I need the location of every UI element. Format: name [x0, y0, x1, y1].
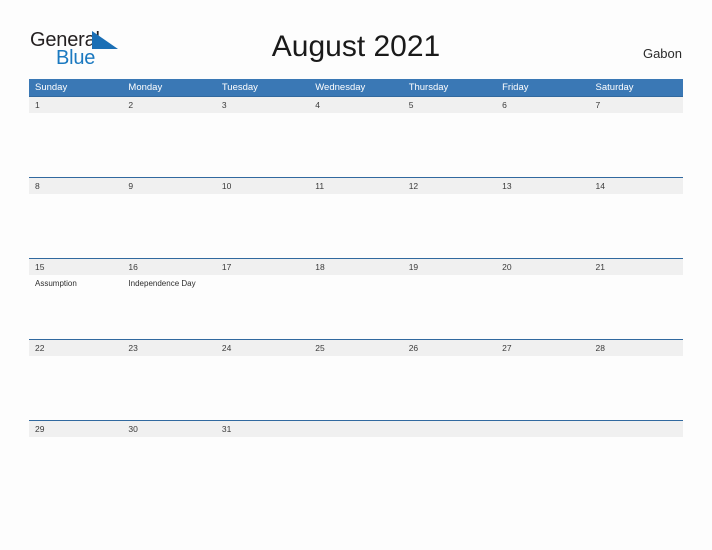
week-row: 15 16 17 18 19 20 21 Assumption Independ…: [29, 258, 683, 339]
page-title: August 2021: [271, 30, 441, 63]
day-event: [29, 356, 122, 420]
day-number[interactable]: 14: [590, 178, 683, 194]
day-event: [122, 194, 215, 258]
day-event: [403, 113, 496, 177]
weekday-header-monday: Monday: [128, 82, 163, 93]
day-event: [122, 356, 215, 420]
day-number[interactable]: 2: [122, 97, 215, 113]
week-event-band: [29, 113, 683, 177]
day-event-independence-day: Independence Day: [128, 279, 196, 288]
week-date-band: 29 30 31: [29, 421, 683, 437]
week-row: 22 23 24 25 26 27 28: [29, 339, 683, 420]
day-event: [590, 275, 683, 339]
week-date-band: 15 16 17 18 19 20 21: [29, 259, 683, 275]
week-date-band: 1 2 3 4 5 6 7: [29, 97, 683, 113]
day-number[interactable]: 20: [496, 259, 589, 275]
day-number[interactable]: 17: [216, 259, 309, 275]
page-header: General Blue August 2021 Gabon: [0, 0, 712, 79]
week-date-band: 22 23 24 25 26 27 28: [29, 340, 683, 356]
weekday-header-row: Sunday Monday Tuesday Wednesday Thursday…: [29, 79, 683, 96]
week-row: 29 30 31: [29, 420, 683, 447]
week-event-band: [29, 194, 683, 258]
weekday-header-wednesday: Wednesday: [315, 82, 366, 93]
day-event: [496, 275, 589, 339]
day-number[interactable]: 25: [309, 340, 402, 356]
day-event: [309, 113, 402, 177]
day-event: [309, 275, 402, 339]
day-event: [216, 275, 309, 339]
day-number[interactable]: 13: [496, 178, 589, 194]
weekday-header-sunday: Sunday: [35, 82, 68, 93]
day-number[interactable]: 1: [29, 97, 122, 113]
day-number[interactable]: 15: [29, 259, 122, 275]
week-date-band: 8 9 10 11 12 13 14: [29, 178, 683, 194]
day-event: [496, 194, 589, 258]
day-number[interactable]: 8: [29, 178, 122, 194]
day-event: [309, 356, 402, 420]
day-event: [403, 194, 496, 258]
day-event-assumption: Assumption: [35, 279, 77, 288]
week-event-band: Assumption Independence Day: [29, 275, 683, 339]
day-number[interactable]: 9: [122, 178, 215, 194]
day-number[interactable]: 31: [216, 421, 309, 437]
week-row: 8 9 10 11 12 13 14: [29, 177, 683, 258]
day-event: [590, 194, 683, 258]
day-event: [216, 113, 309, 177]
day-event: [309, 194, 402, 258]
day-number[interactable]: 21: [590, 259, 683, 275]
day-number[interactable]: 3: [216, 97, 309, 113]
day-event: [590, 113, 683, 177]
day-number[interactable]: 28: [590, 340, 683, 356]
day-event: [403, 356, 496, 420]
day-number[interactable]: 19: [403, 259, 496, 275]
week-row: 1 2 3 4 5 6 7: [29, 96, 683, 177]
day-number-empty: [309, 421, 402, 437]
week-event-band: [29, 356, 683, 420]
day-event: [216, 194, 309, 258]
day-number[interactable]: 23: [122, 340, 215, 356]
day-event: [590, 356, 683, 420]
day-number[interactable]: 29: [29, 421, 122, 437]
calendar-table: Sunday Monday Tuesday Wednesday Thursday…: [29, 79, 683, 447]
day-number[interactable]: 7: [590, 97, 683, 113]
day-number[interactable]: 6: [496, 97, 589, 113]
day-number[interactable]: 26: [403, 340, 496, 356]
weekday-header-thursday: Thursday: [408, 82, 449, 93]
day-number[interactable]: 5: [403, 97, 496, 113]
day-number[interactable]: 16: [122, 259, 215, 275]
day-number-empty: [590, 421, 683, 437]
day-event: [29, 113, 122, 177]
day-event: [496, 113, 589, 177]
day-number[interactable]: 11: [309, 178, 402, 194]
day-number[interactable]: 24: [216, 340, 309, 356]
day-number[interactable]: 4: [309, 97, 402, 113]
day-event: [403, 275, 496, 339]
weekday-header-tuesday: Tuesday: [221, 82, 258, 93]
weekday-header-friday: Friday: [502, 82, 529, 93]
day-number[interactable]: 22: [29, 340, 122, 356]
weekday-header-saturday: Saturday: [595, 82, 634, 93]
day-event: [216, 356, 309, 420]
day-number[interactable]: 10: [216, 178, 309, 194]
day-number-empty: [403, 421, 496, 437]
day-event: [29, 194, 122, 258]
day-number-empty: [496, 421, 589, 437]
country-label: Gabon: [642, 46, 682, 61]
day-number[interactable]: 18: [309, 259, 402, 275]
day-number[interactable]: 30: [122, 421, 215, 437]
day-number[interactable]: 12: [403, 178, 496, 194]
day-number[interactable]: 27: [496, 340, 589, 356]
day-event: [122, 113, 215, 177]
day-event: [496, 356, 589, 420]
